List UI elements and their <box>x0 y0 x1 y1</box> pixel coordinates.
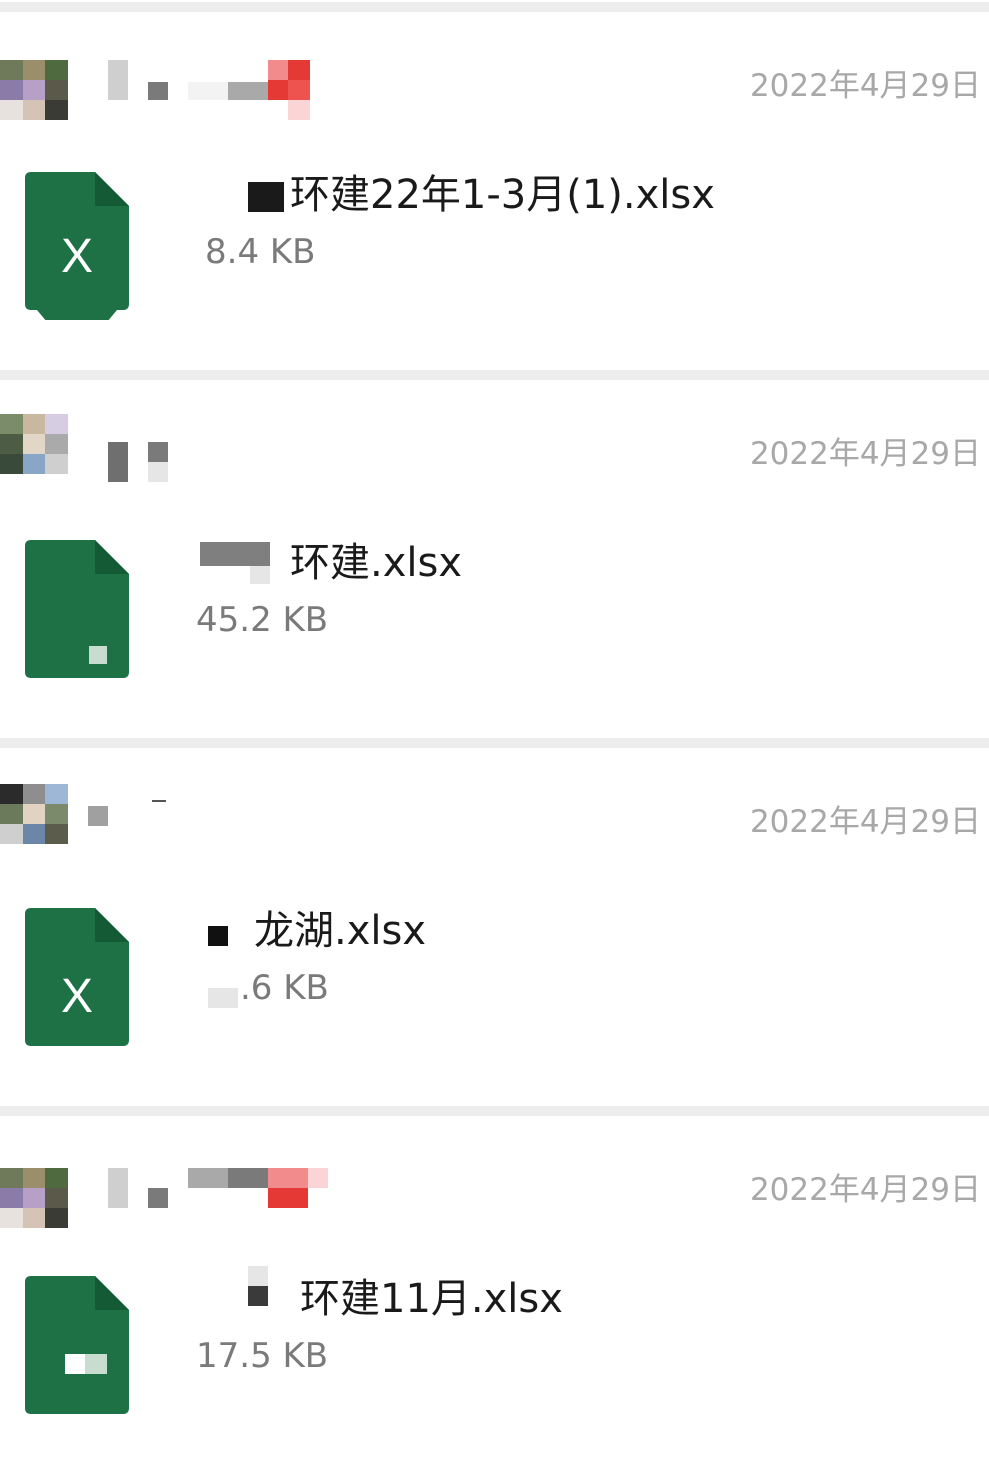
file-name[interactable]: 环建.xlsx <box>290 530 462 588</box>
file-name[interactable]: 环建11月.xlsx <box>300 1266 563 1324</box>
redaction-block <box>248 1266 268 1286</box>
sender-name-redacted <box>88 800 338 866</box>
file-message-card[interactable]: 2022年4月29日 X 环建22年1-3月(1).xlsx 8.4 KB <box>0 22 989 380</box>
file-message-card[interactable]: 2022年4月29日 环建.xlsx 45.2 KB <box>0 390 989 748</box>
redaction-block <box>208 988 238 1008</box>
sender-name-redacted <box>108 60 338 120</box>
redaction-block <box>248 1286 268 1306</box>
avatar[interactable] <box>0 60 68 120</box>
excel-file-icon <box>25 540 129 678</box>
file-name[interactable]: 环建22年1-3月(1).xlsx <box>290 162 715 220</box>
excel-file-icon: X <box>25 172 129 320</box>
redaction-block <box>248 182 284 212</box>
divider <box>0 2 989 12</box>
file-size: .6 KB <box>240 968 329 1008</box>
message-date: 2022年4月29日 <box>749 804 981 840</box>
sender-name-redacted <box>108 442 338 502</box>
svg-text:X: X <box>61 970 93 1023</box>
redaction-block <box>250 566 270 584</box>
file-size: 17.5 KB <box>196 1336 329 1376</box>
redaction-block <box>208 926 228 946</box>
message-date: 2022年4月29日 <box>749 436 981 472</box>
sender-name-redacted <box>108 1168 338 1228</box>
divider <box>0 370 989 380</box>
file-name[interactable]: 龙湖.xlsx <box>254 898 426 956</box>
redaction-block <box>200 542 270 566</box>
file-message-card[interactable]: 2022年4月29日 X 龙湖.xlsx .6 KB <box>0 758 989 1116</box>
divider <box>0 738 989 748</box>
message-date: 2022年4月29日 <box>749 1172 981 1208</box>
avatar[interactable] <box>0 1168 68 1228</box>
file-message-card[interactable]: 2022年4月29日 环建11月.xlsx 17.5 KB <box>0 1126 989 1484</box>
avatar[interactable] <box>0 784 68 844</box>
divider <box>0 1106 989 1116</box>
message-date: 2022年4月29日 <box>749 68 981 104</box>
avatar[interactable] <box>0 414 68 474</box>
file-size: 45.2 KB <box>196 600 329 640</box>
excel-file-icon <box>25 1276 129 1414</box>
svg-text:X: X <box>61 230 93 283</box>
excel-file-icon: X <box>25 908 129 1046</box>
file-size: 8.4 KB <box>205 232 316 272</box>
